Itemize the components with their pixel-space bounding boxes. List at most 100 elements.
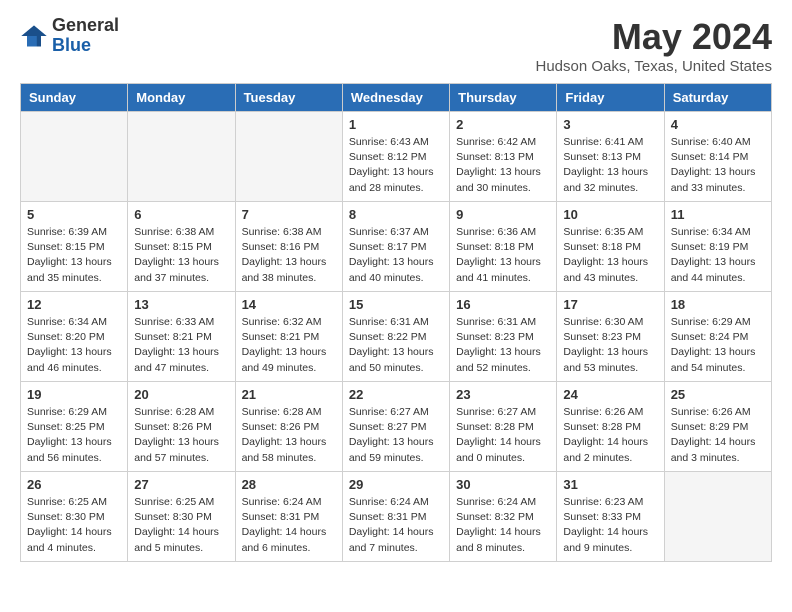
day-number: 24	[563, 387, 657, 402]
day-info: Sunrise: 6:23 AM Sunset: 8:33 PM Dayligh…	[563, 495, 657, 556]
week-row-4: 26 Sunrise: 6:25 AM Sunset: 8:30 PM Dayli…	[21, 472, 772, 562]
day-number: 20	[134, 387, 228, 402]
day-number: 7	[242, 207, 336, 222]
calendar-cell: 9Sunrise: 6:36 AM Sunset: 8:18 PM Daylig…	[450, 202, 557, 292]
day-info: Sunrise: 6:38 AM Sunset: 8:16 PM Dayligh…	[242, 225, 336, 286]
calendar-cell: 20 Sunrise: 6:28 AM Sunset: 8:26 PM Dayli…	[128, 382, 235, 472]
day-number: 15	[349, 297, 443, 312]
calendar-cell: 19Sunrise: 6:29 AM Sunset: 8:25 PM Dayli…	[21, 382, 128, 472]
day-info: Sunrise: 6:25 AM Sunset: 8:30 PM Dayligh…	[134, 495, 228, 556]
day-number: 31	[563, 477, 657, 492]
day-number: 6	[134, 207, 228, 222]
day-number: 25	[671, 387, 765, 402]
day-info: Sunrise: 6:28 AM Sunset: 8:26 PM Dayligh…	[242, 405, 336, 466]
day-info: Sunrise: 6:41 AM Sunset: 8:13 PM Dayligh…	[563, 135, 657, 196]
day-number: 11	[671, 207, 765, 222]
logo: General Blue	[20, 16, 119, 56]
day-info: Sunrise: 6:38 AM Sunset: 8:15 PM Dayligh…	[134, 225, 228, 286]
day-number: 27	[134, 477, 228, 492]
calendar-cell: 14 Sunrise: 6:32 AM Sunset: 8:21 PM Dayli…	[235, 292, 342, 382]
day-info: Sunrise: 6:36 AM Sunset: 8:18 PM Dayligh…	[456, 225, 550, 286]
logo-general: General	[52, 16, 119, 36]
calendar-cell	[128, 112, 235, 202]
day-info: Sunrise: 6:25 AM Sunset: 8:30 PM Dayligh…	[27, 495, 121, 556]
day-info: Sunrise: 6:34 AM Sunset: 8:20 PM Dayligh…	[27, 315, 121, 376]
calendar-cell	[21, 112, 128, 202]
day-info: Sunrise: 6:39 AM Sunset: 8:15 PM Dayligh…	[27, 225, 121, 286]
day-number: 21	[242, 387, 336, 402]
location: Hudson Oaks, Texas, United States	[535, 58, 772, 75]
calendar-cell: 18 Sunrise: 6:29 AM Sunset: 8:24 PM Dayli…	[664, 292, 771, 382]
calendar-cell: 4 Sunrise: 6:40 AM Sunset: 8:14 PM Daylig…	[664, 112, 771, 202]
day-number: 10	[563, 207, 657, 222]
day-info: Sunrise: 6:28 AM Sunset: 8:26 PM Dayligh…	[134, 405, 228, 466]
weekday-header-tuesday: Tuesday	[235, 84, 342, 112]
calendar-cell: 16 Sunrise: 6:31 AM Sunset: 8:23 PM Dayli…	[450, 292, 557, 382]
calendar-cell: 8Sunrise: 6:37 AM Sunset: 8:17 PM Daylig…	[342, 202, 449, 292]
title-section: May 2024 Hudson Oaks, Texas, United Stat…	[535, 16, 772, 75]
day-number: 8	[349, 207, 443, 222]
day-number: 16	[456, 297, 550, 312]
day-info: Sunrise: 6:27 AM Sunset: 8:28 PM Dayligh…	[456, 405, 550, 466]
calendar-cell: 22Sunrise: 6:27 AM Sunset: 8:27 PM Dayli…	[342, 382, 449, 472]
weekday-header-row: SundayMondayTuesdayWednesdayThursdayFrid…	[21, 84, 772, 112]
week-row-0: 1Sunrise: 6:43 AM Sunset: 8:12 PM Daylig…	[21, 112, 772, 202]
calendar-cell: 12 Sunrise: 6:34 AM Sunset: 8:20 PM Dayli…	[21, 292, 128, 382]
day-info: Sunrise: 6:35 AM Sunset: 8:18 PM Dayligh…	[563, 225, 657, 286]
calendar-wrapper: SundayMondayTuesdayWednesdayThursdayFrid…	[0, 83, 792, 572]
day-number: 29	[349, 477, 443, 492]
day-number: 18	[671, 297, 765, 312]
day-number: 22	[349, 387, 443, 402]
calendar-cell: 5 Sunrise: 6:39 AM Sunset: 8:15 PM Daylig…	[21, 202, 128, 292]
calendar-table: SundayMondayTuesdayWednesdayThursdayFrid…	[20, 83, 772, 562]
day-number: 17	[563, 297, 657, 312]
calendar-cell	[235, 112, 342, 202]
day-number: 23	[456, 387, 550, 402]
day-info: Sunrise: 6:32 AM Sunset: 8:21 PM Dayligh…	[242, 315, 336, 376]
day-number: 4	[671, 117, 765, 132]
calendar-cell: 23 Sunrise: 6:27 AM Sunset: 8:28 PM Dayli…	[450, 382, 557, 472]
week-row-1: 5 Sunrise: 6:39 AM Sunset: 8:15 PM Daylig…	[21, 202, 772, 292]
day-info: Sunrise: 6:34 AM Sunset: 8:19 PM Dayligh…	[671, 225, 765, 286]
day-info: Sunrise: 6:26 AM Sunset: 8:29 PM Dayligh…	[671, 405, 765, 466]
day-info: Sunrise: 6:31 AM Sunset: 8:23 PM Dayligh…	[456, 315, 550, 376]
calendar-cell: 10 Sunrise: 6:35 AM Sunset: 8:18 PM Dayli…	[557, 202, 664, 292]
weekday-header-wednesday: Wednesday	[342, 84, 449, 112]
day-number: 30	[456, 477, 550, 492]
calendar-cell: 27 Sunrise: 6:25 AM Sunset: 8:30 PM Dayli…	[128, 472, 235, 562]
calendar-cell: 26 Sunrise: 6:25 AM Sunset: 8:30 PM Dayli…	[21, 472, 128, 562]
day-number: 26	[27, 477, 121, 492]
day-number: 3	[563, 117, 657, 132]
calendar-cell: 2Sunrise: 6:42 AM Sunset: 8:13 PM Daylig…	[450, 112, 557, 202]
day-info: Sunrise: 6:40 AM Sunset: 8:14 PM Dayligh…	[671, 135, 765, 196]
day-info: Sunrise: 6:29 AM Sunset: 8:24 PM Dayligh…	[671, 315, 765, 376]
calendar-cell: 7 Sunrise: 6:38 AM Sunset: 8:16 PM Daylig…	[235, 202, 342, 292]
calendar-cell: 1Sunrise: 6:43 AM Sunset: 8:12 PM Daylig…	[342, 112, 449, 202]
day-info: Sunrise: 6:42 AM Sunset: 8:13 PM Dayligh…	[456, 135, 550, 196]
day-info: Sunrise: 6:24 AM Sunset: 8:31 PM Dayligh…	[349, 495, 443, 556]
day-info: Sunrise: 6:33 AM Sunset: 8:21 PM Dayligh…	[134, 315, 228, 376]
calendar-cell: 3 Sunrise: 6:41 AM Sunset: 8:13 PM Daylig…	[557, 112, 664, 202]
day-number: 28	[242, 477, 336, 492]
day-number: 14	[242, 297, 336, 312]
day-info: Sunrise: 6:26 AM Sunset: 8:28 PM Dayligh…	[563, 405, 657, 466]
calendar-cell: 25 Sunrise: 6:26 AM Sunset: 8:29 PM Dayli…	[664, 382, 771, 472]
calendar-cell	[664, 472, 771, 562]
week-row-3: 19Sunrise: 6:29 AM Sunset: 8:25 PM Dayli…	[21, 382, 772, 472]
calendar-cell: 15Sunrise: 6:31 AM Sunset: 8:22 PM Dayli…	[342, 292, 449, 382]
day-number: 5	[27, 207, 121, 222]
day-number: 13	[134, 297, 228, 312]
calendar-cell: 28Sunrise: 6:24 AM Sunset: 8:31 PM Dayli…	[235, 472, 342, 562]
weekday-header-saturday: Saturday	[664, 84, 771, 112]
calendar-cell: 6 Sunrise: 6:38 AM Sunset: 8:15 PM Daylig…	[128, 202, 235, 292]
calendar-cell: 13 Sunrise: 6:33 AM Sunset: 8:21 PM Dayli…	[128, 292, 235, 382]
week-row-2: 12 Sunrise: 6:34 AM Sunset: 8:20 PM Dayli…	[21, 292, 772, 382]
calendar-cell: 24 Sunrise: 6:26 AM Sunset: 8:28 PM Dayli…	[557, 382, 664, 472]
weekday-header-friday: Friday	[557, 84, 664, 112]
calendar-cell: 11 Sunrise: 6:34 AM Sunset: 8:19 PM Dayli…	[664, 202, 771, 292]
day-info: Sunrise: 6:29 AM Sunset: 8:25 PM Dayligh…	[27, 405, 121, 466]
calendar-cell: 31 Sunrise: 6:23 AM Sunset: 8:33 PM Dayli…	[557, 472, 664, 562]
day-number: 12	[27, 297, 121, 312]
logo-icon	[20, 22, 48, 50]
logo-text: General Blue	[52, 16, 119, 56]
